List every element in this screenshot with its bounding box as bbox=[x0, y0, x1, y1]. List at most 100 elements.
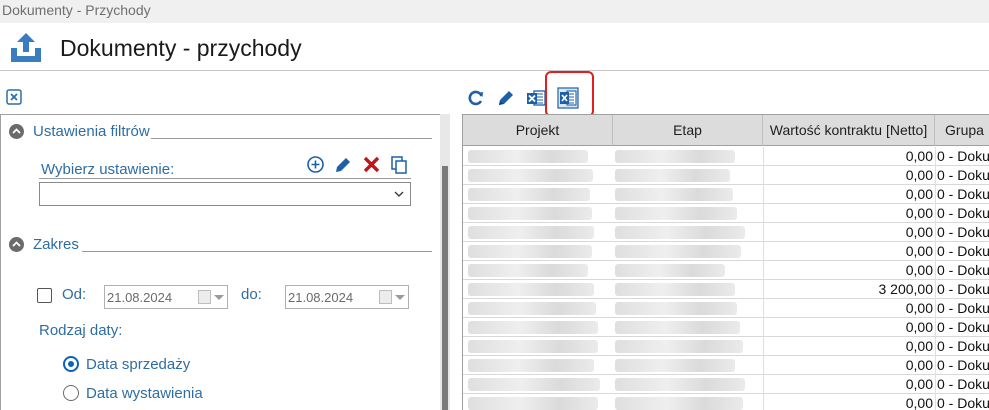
window-title: Dokumenty - Przychody bbox=[2, 2, 151, 18]
etap-cell-redacted bbox=[615, 245, 741, 258]
excel-export-icon[interactable] bbox=[526, 88, 546, 108]
projekt-cell-redacted bbox=[468, 302, 596, 315]
projekt-cell-redacted bbox=[468, 283, 594, 296]
group-cell: 0 - Doku bbox=[937, 148, 989, 164]
date-type-label: Rodzaj daty: bbox=[39, 322, 123, 339]
scrollbar-thumb[interactable] bbox=[442, 166, 448, 410]
setting-select[interactable] bbox=[39, 182, 411, 206]
projekt-cell-redacted bbox=[468, 264, 588, 277]
cell-divider bbox=[935, 204, 936, 223]
group-cell: 0 - Doku bbox=[937, 205, 989, 221]
od-date-value: 21.08.2024 bbox=[107, 290, 173, 305]
contract-value-cell: 0,00 bbox=[905, 167, 933, 183]
table-row[interactable]: 0,00 0 - Doku bbox=[463, 299, 989, 318]
projekt-cell-redacted bbox=[468, 226, 594, 239]
table-row[interactable]: 0,00 0 - Doku bbox=[463, 394, 989, 410]
refresh-icon[interactable] bbox=[466, 88, 486, 108]
etap-cell-redacted bbox=[615, 264, 725, 277]
column-header-grupa[interactable]: Grupa bbox=[935, 115, 989, 146]
projekt-cell-redacted bbox=[468, 340, 598, 353]
contract-value-cell: 0,00 bbox=[905, 186, 933, 202]
column-header-wartosc[interactable]: Wartość kontraktu [Netto] bbox=[763, 115, 935, 146]
column-header-etap[interactable]: Etap bbox=[613, 115, 763, 146]
close-panel-icon[interactable] bbox=[6, 89, 22, 105]
od-checkbox[interactable] bbox=[37, 288, 52, 303]
table-row[interactable]: 0,00 0 - Doku bbox=[463, 147, 989, 166]
contract-value-cell: 0,00 bbox=[905, 243, 933, 259]
range-section-title: Zakres bbox=[33, 236, 79, 253]
etap-cell-redacted bbox=[615, 378, 745, 391]
projekt-cell-redacted bbox=[468, 245, 592, 258]
table-row[interactable]: 0,00 0 - Doku bbox=[463, 166, 989, 185]
delete-x-icon[interactable] bbox=[362, 155, 381, 174]
pencil-icon[interactable] bbox=[496, 88, 516, 108]
filters-section-title: Ustawienia filtrów bbox=[33, 123, 150, 140]
contract-value-cell: 0,00 bbox=[905, 357, 933, 373]
contract-value-cell: 0,00 bbox=[905, 224, 933, 240]
filter-panel-scrollbar[interactable] bbox=[440, 114, 450, 410]
projekt-cell-redacted bbox=[468, 150, 588, 163]
cell-divider bbox=[935, 242, 936, 261]
excel-icon[interactable] bbox=[557, 87, 579, 109]
cell-divider bbox=[935, 394, 936, 410]
etap-cell-redacted bbox=[615, 302, 737, 315]
table-row[interactable]: 0,00 0 - Doku bbox=[463, 337, 989, 356]
filters-section-header[interactable]: Ustawienia filtrów bbox=[9, 123, 150, 140]
dropdown-arrow-icon[interactable] bbox=[395, 295, 405, 300]
group-cell: 0 - Doku bbox=[937, 357, 989, 373]
range-section-header[interactable]: Zakres bbox=[9, 236, 79, 253]
etap-cell-redacted bbox=[615, 283, 735, 296]
etap-cell-redacted bbox=[615, 321, 740, 334]
projekt-cell-redacted bbox=[468, 359, 594, 372]
cell-divider bbox=[935, 147, 936, 166]
calendar-icon[interactable] bbox=[198, 290, 211, 304]
table-row[interactable]: 0,00 0 - Doku bbox=[463, 223, 989, 242]
page-title: Dokumenty - przychody bbox=[60, 35, 302, 61]
radio-issue-date[interactable] bbox=[63, 385, 79, 401]
group-cell: 0 - Doku bbox=[937, 300, 989, 316]
radio-issue-date-label[interactable]: Data wystawienia bbox=[86, 385, 203, 402]
contract-value-cell: 0,00 bbox=[905, 148, 933, 164]
etap-cell-redacted bbox=[615, 340, 743, 353]
group-cell: 0 - Doku bbox=[937, 319, 989, 335]
table-row[interactable]: 0,00 0 - Doku bbox=[463, 204, 989, 223]
dropdown-arrow-icon[interactable] bbox=[214, 295, 224, 300]
od-date-field[interactable]: 21.08.2024 bbox=[104, 285, 228, 309]
grid-header: Projekt Etap Wartość kontraktu [Netto] G… bbox=[463, 114, 989, 146]
choose-setting-label: Wybierz ustawienie: bbox=[41, 161, 175, 178]
group-cell: 0 - Doku bbox=[937, 395, 989, 410]
upload-tray-icon bbox=[11, 33, 41, 62]
contract-value-cell: 0,00 bbox=[905, 300, 933, 316]
cell-divider bbox=[935, 223, 936, 242]
add-circle-icon[interactable] bbox=[306, 155, 325, 174]
column-header-projekt[interactable]: Projekt bbox=[463, 115, 613, 146]
etap-cell-redacted bbox=[615, 169, 730, 182]
pencil-icon[interactable] bbox=[334, 155, 353, 174]
collapse-chevron-icon[interactable] bbox=[9, 237, 24, 252]
group-cell: 0 - Doku bbox=[937, 281, 989, 297]
table-row[interactable]: 0,00 0 - Doku bbox=[463, 318, 989, 337]
table-row[interactable]: 3 200,00 0 - Doku bbox=[463, 280, 989, 299]
collapse-chevron-icon[interactable] bbox=[9, 124, 24, 139]
radio-sale-date-label[interactable]: Data sprzedaży bbox=[86, 356, 190, 373]
projekt-cell-redacted bbox=[468, 378, 600, 391]
group-cell: 0 - Doku bbox=[937, 376, 989, 392]
table-row[interactable]: 0,00 0 - Doku bbox=[463, 261, 989, 280]
do-date-field[interactable]: 21.08.2024 bbox=[285, 285, 409, 309]
table-row[interactable]: 0,00 0 - Doku bbox=[463, 242, 989, 261]
etap-cell-redacted bbox=[615, 188, 733, 201]
field-divider bbox=[39, 178, 411, 179]
cell-divider bbox=[935, 299, 936, 318]
copy-icon[interactable] bbox=[390, 155, 409, 174]
calendar-icon[interactable] bbox=[379, 290, 392, 304]
radio-sale-date[interactable] bbox=[63, 356, 79, 372]
etap-cell-redacted bbox=[615, 150, 735, 163]
projekt-cell-redacted bbox=[468, 397, 598, 410]
table-row[interactable]: 0,00 0 - Doku bbox=[463, 375, 989, 394]
group-cell: 0 - Doku bbox=[937, 224, 989, 240]
table-row[interactable]: 0,00 0 - Doku bbox=[463, 185, 989, 204]
table-row[interactable]: 0,00 0 - Doku bbox=[463, 356, 989, 375]
etap-cell-redacted bbox=[615, 207, 737, 220]
cell-divider bbox=[935, 356, 936, 375]
group-cell: 0 - Doku bbox=[937, 262, 989, 278]
